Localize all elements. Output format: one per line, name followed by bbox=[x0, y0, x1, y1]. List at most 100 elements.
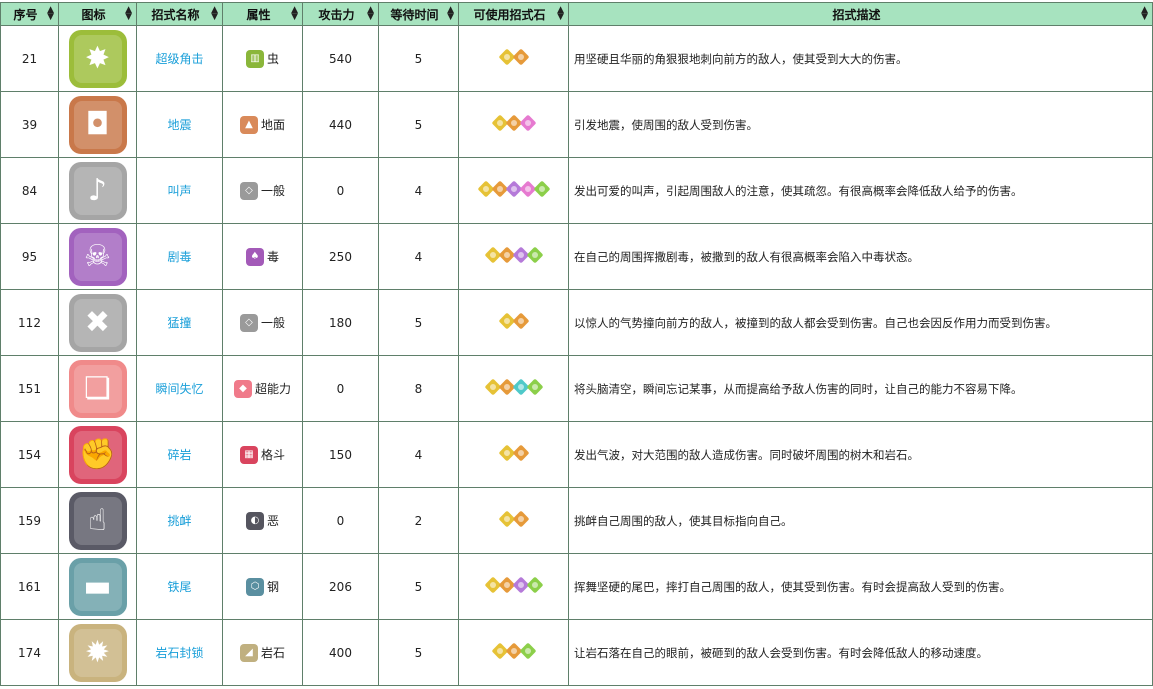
cell-stones bbox=[458, 157, 569, 224]
cell-idx: 95 bbox=[0, 223, 59, 290]
dark-type-icon: ◐ bbox=[245, 511, 264, 530]
move-stone-icon bbox=[512, 444, 529, 462]
cell-desc: 挑衅自己周围的敌人，使其目标指向自己。 bbox=[568, 487, 1153, 554]
sort-icon[interactable]: ▲ ▼ bbox=[125, 6, 132, 22]
header-stones[interactable]: 可使用招式石 ▲ ▼ bbox=[458, 2, 569, 26]
toxic-icon: ☠ bbox=[68, 227, 127, 286]
cell-desc: 让岩石落在自己的眼前，被砸到的敌人会受到伤害。有时会降低敌人的移动速度。 bbox=[568, 619, 1153, 686]
table-row: 161 ▬ 铁尾 ⬡ 钢 206 5 挥舞坚硬的尾巴，摔打自己周围的敌人，使其受到… bbox=[0, 553, 1153, 620]
cell-icon: ◘ bbox=[58, 91, 137, 158]
header-stones-label: 可使用招式石 bbox=[473, 7, 546, 22]
growl-icon: ♪ bbox=[68, 161, 127, 220]
move-stone-icon bbox=[533, 180, 550, 198]
sort-icon[interactable]: ▲ ▼ bbox=[291, 6, 298, 22]
header-power[interactable]: 攻击力 ▲ ▼ bbox=[302, 2, 379, 26]
sort-icon[interactable]: ▲ ▼ bbox=[447, 6, 454, 22]
cell-desc: 在自己的周围挥撒剧毒，被撒到的敌人有很高概率会陷入中毒状态。 bbox=[568, 223, 1153, 290]
rock-tomb-icon: ✹ bbox=[68, 623, 127, 682]
attr-label: 格斗 bbox=[260, 448, 285, 462]
cell-wait: 8 bbox=[378, 355, 459, 422]
move-stone-icon bbox=[526, 378, 543, 396]
header-idx-label: 序号 bbox=[13, 7, 38, 22]
cell-icon: ❏ bbox=[58, 355, 137, 422]
normal-type-icon: ◇ bbox=[239, 181, 258, 200]
attr-label: 毒 bbox=[266, 250, 279, 264]
header-power-label: 攻击力 bbox=[318, 7, 355, 22]
attr-label: 一般 bbox=[260, 316, 285, 330]
cell-power: 0 bbox=[302, 157, 379, 224]
rock-smash-icon: ✊ bbox=[68, 425, 127, 484]
move-name-link[interactable]: 猛撞 bbox=[136, 289, 223, 356]
header-wait[interactable]: 等待时间 ▲ ▼ bbox=[378, 2, 459, 26]
move-name-link[interactable]: 叫声 bbox=[136, 157, 223, 224]
table-row: 159 ☝ 挑衅 ◐ 恶 0 2 挑衅自己周围的敌人，使其目标指向自己。 bbox=[0, 487, 1153, 554]
cell-power: 440 bbox=[302, 91, 379, 158]
attr-label: 超能力 bbox=[254, 382, 291, 396]
header-desc-label: 招式描述 bbox=[832, 7, 881, 22]
sort-icon[interactable]: ▲ ▼ bbox=[211, 6, 218, 22]
cell-icon: ☝ bbox=[58, 487, 137, 554]
table-row: 174 ✹ 岩石封锁 ◢ 岩石 400 5 让岩石落在自己的眼前，被砸到的敌人会受… bbox=[0, 619, 1153, 686]
sort-icon[interactable]: ▲ ▼ bbox=[557, 6, 564, 22]
steel-type-icon: ⬡ bbox=[245, 577, 264, 596]
cell-desc: 以惊人的气势撞向前方的敌人，被撞到的敌人都会受到伤害。自己也会因反作用力而受到伤… bbox=[568, 289, 1153, 356]
header-name-label: 招式名称 bbox=[151, 7, 200, 22]
header-attr[interactable]: 属性 ▲ ▼ bbox=[222, 2, 303, 26]
cell-stones bbox=[458, 223, 569, 290]
cell-wait: 5 bbox=[378, 289, 459, 356]
cell-stones bbox=[458, 487, 569, 554]
cell-power: 400 bbox=[302, 619, 379, 686]
header-idx[interactable]: 序号 ▲ ▼ bbox=[0, 2, 59, 26]
table-row: 151 ❏ 瞬间失忆 ◆ 超能力 0 8 将头脑清空，瞬间忘记某事，从而提高给予敌… bbox=[0, 355, 1153, 422]
cell-stones bbox=[458, 421, 569, 488]
sort-icon[interactable]: ▲ ▼ bbox=[367, 6, 374, 22]
move-name-link[interactable]: 超级角击 bbox=[136, 25, 223, 92]
header-name[interactable]: 招式名称 ▲ ▼ bbox=[136, 2, 223, 26]
cell-idx: 154 bbox=[0, 421, 59, 488]
header-wait-label: 等待时间 bbox=[390, 7, 439, 22]
move-name-link[interactable]: 岩石封锁 bbox=[136, 619, 223, 686]
cell-power: 180 bbox=[302, 289, 379, 356]
move-stone-icon bbox=[512, 48, 529, 66]
cell-stones bbox=[458, 619, 569, 686]
cell-wait: 4 bbox=[378, 223, 459, 290]
sort-icon[interactable]: ▲ ▼ bbox=[1141, 6, 1148, 22]
cell-attr: ▲ 地面 bbox=[222, 91, 303, 158]
header-desc[interactable]: 招式描述 ▲ ▼ bbox=[568, 2, 1153, 26]
move-name-link[interactable]: 铁尾 bbox=[136, 553, 223, 620]
sort-icon[interactable]: ▲ ▼ bbox=[47, 6, 54, 22]
cell-desc: 将头脑清空，瞬间忘记某事，从而提高给予敌人伤害的同时，让自己的能力不容易下降。 bbox=[568, 355, 1153, 422]
table-body: 21 ✸ 超级角击 ▥ 虫 540 5 用坚硬且华丽的角狠狠地刺向前方的敌人，使其… bbox=[0, 25, 1153, 686]
attr-label: 虫 bbox=[266, 52, 279, 66]
header-icon[interactable]: 图标 ▲ ▼ bbox=[58, 2, 137, 26]
move-stone-icon bbox=[519, 114, 536, 132]
move-stone-icon bbox=[526, 576, 543, 594]
psychic-type-icon: ◆ bbox=[233, 379, 252, 398]
move-stone-icon bbox=[519, 642, 536, 660]
cell-attr: ⬡ 钢 bbox=[222, 553, 303, 620]
cell-icon: ✹ bbox=[58, 619, 137, 686]
attr-label: 地面 bbox=[260, 118, 285, 132]
cell-wait: 4 bbox=[378, 157, 459, 224]
moves-table: 序号 ▲ ▼ 图标 ▲ ▼ 招式名称 ▲ ▼ 属性 ▲ ▼ 攻击力 ▲ ▼ 等待时间 ▲ ▼ 可使用招式… bbox=[0, 2, 1153, 686]
cell-idx: 161 bbox=[0, 553, 59, 620]
cell-power: 250 bbox=[302, 223, 379, 290]
cell-icon: ✖ bbox=[58, 289, 137, 356]
move-name-link[interactable]: 碎岩 bbox=[136, 421, 223, 488]
cell-wait: 5 bbox=[378, 91, 459, 158]
rock-type-icon: ◢ bbox=[239, 643, 258, 662]
move-stone-icon bbox=[512, 312, 529, 330]
cell-idx: 151 bbox=[0, 355, 59, 422]
move-name-link[interactable]: 挑衅 bbox=[136, 487, 223, 554]
cell-desc: 引发地震，使周围的敌人受到伤害。 bbox=[568, 91, 1153, 158]
amnesia-icon: ❏ bbox=[68, 359, 127, 418]
attr-label: 岩石 bbox=[260, 646, 285, 660]
move-name-link[interactable]: 瞬间失忆 bbox=[136, 355, 223, 422]
move-name-link[interactable]: 剧毒 bbox=[136, 223, 223, 290]
poison-type-icon: ♠ bbox=[245, 247, 264, 266]
cell-stones bbox=[458, 355, 569, 422]
move-name-link[interactable]: 地震 bbox=[136, 91, 223, 158]
cell-desc: 发出气波，对大范围的敌人造成伤害。同时破坏周围的树木和岩石。 bbox=[568, 421, 1153, 488]
cell-power: 540 bbox=[302, 25, 379, 92]
cell-stones bbox=[458, 91, 569, 158]
